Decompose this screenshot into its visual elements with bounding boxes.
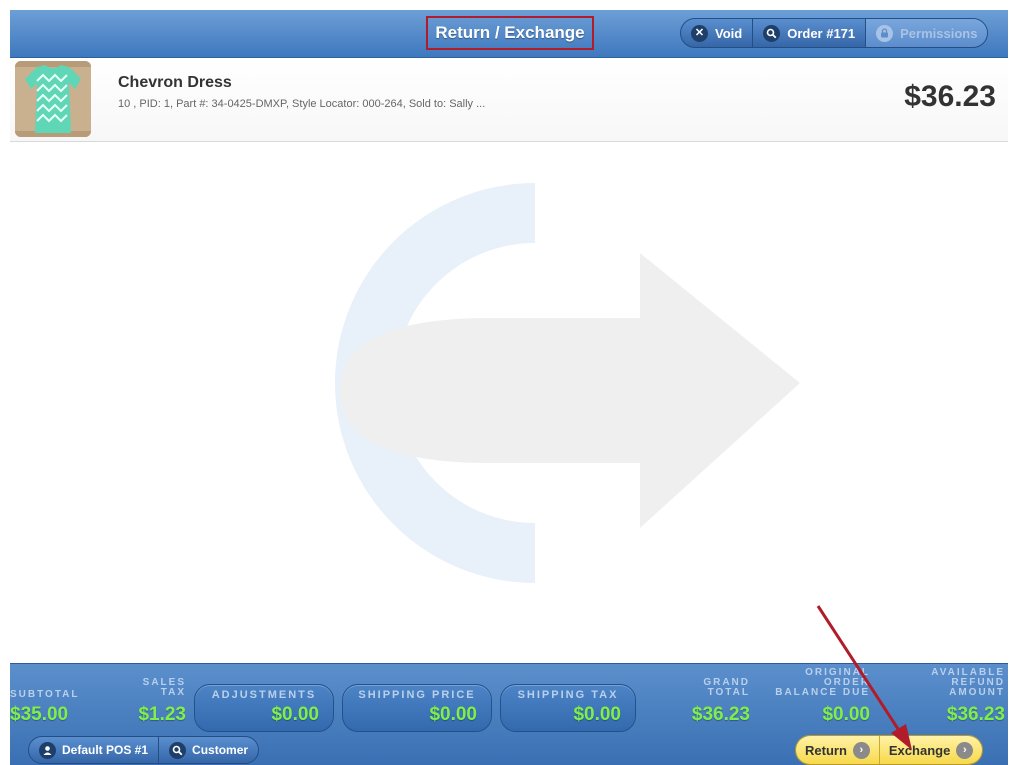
void-button[interactable]: ✕ Void xyxy=(681,19,754,47)
shipping-tax-value: $0.00 xyxy=(573,704,621,725)
pos-label: Default POS #1 xyxy=(62,743,149,757)
close-circle-icon: ✕ xyxy=(691,24,708,42)
permissions-button[interactable]: Permissions xyxy=(866,19,988,47)
sales-tax-value: $1.23 xyxy=(138,704,186,725)
header-button-group: ✕ Void Order #171 Permissions xyxy=(680,18,989,48)
pos-button[interactable]: Default POS #1 xyxy=(29,737,160,763)
item-description: 10 , PID: 1, Part #: 34-0425-DMXP, Style… xyxy=(118,98,486,110)
return-exchange-screen: Return / Exchange ✕ Void Order #171 Perm… xyxy=(0,0,1010,765)
page-title: Return / Exchange xyxy=(426,16,594,50)
exchange-label: Exchange xyxy=(888,742,951,758)
available-refund-amount-value: $36.23 xyxy=(946,704,1005,725)
void-label: Void xyxy=(715,25,743,41)
exchange-button[interactable]: Exchange › xyxy=(879,736,983,764)
header: Return / Exchange ✕ Void Order #171 Perm… xyxy=(10,0,1008,58)
subtotal: SUBTOTAL $35.00 xyxy=(10,689,80,726)
permissions-label: Permissions xyxy=(900,25,978,41)
sales-tax: SALES TAX $1.23 xyxy=(120,678,186,726)
search-icon xyxy=(169,741,187,759)
available-refund-amount: AVAILABLE REFUND AMOUNT $36.23 xyxy=(905,668,1005,726)
totals-footer: SUBTOTAL $35.00 SALES TAX $1.23 ADJUSTME… xyxy=(10,663,1008,765)
customer-label: Customer xyxy=(192,743,249,757)
header-bar: Return / Exchange ✕ Void Order #171 Perm… xyxy=(10,10,1008,58)
shipping-price-value: $0.00 xyxy=(429,704,477,725)
original-order-balance-due-value: $0.00 xyxy=(822,704,870,725)
line-item-row[interactable]: Chevron Dress 10 , PID: 1, Part #: 34-04… xyxy=(10,58,1008,142)
adjustments-field[interactable]: ADJUSTMENTS $0.00 xyxy=(194,684,334,732)
pos-customer-group: Default POS #1 Customer xyxy=(28,736,260,764)
product-thumbnail xyxy=(15,61,91,137)
chevron-right-circle-icon: › xyxy=(852,741,870,759)
order-button[interactable]: Order #171 xyxy=(753,19,867,47)
lock-icon xyxy=(876,24,894,42)
item-price: $36.23 xyxy=(904,80,996,113)
return-exchange-actions: Return › Exchange › xyxy=(795,735,984,765)
customer-button[interactable]: Customer xyxy=(159,737,258,763)
watermark-logo xyxy=(10,143,1008,663)
return-button[interactable]: Return › xyxy=(796,736,880,764)
adjustments-value: $0.00 xyxy=(271,704,319,725)
user-icon xyxy=(39,741,56,759)
order-label: Order #171 xyxy=(787,25,856,41)
shipping-price-field[interactable]: SHIPPING PRICE $0.00 xyxy=(342,684,492,732)
shipping-tax-field[interactable]: SHIPPING TAX $0.00 xyxy=(500,684,636,732)
search-icon xyxy=(763,24,781,42)
original-order-balance-due: ORIGINAL ORDER BALANCE DUE $0.00 xyxy=(770,668,870,726)
return-label: Return xyxy=(805,742,847,758)
item-name: Chevron Dress xyxy=(118,74,232,91)
grand-total-value: $36.23 xyxy=(691,704,750,725)
chevron-right-circle-icon: › xyxy=(956,741,974,759)
grand-total: GRAND TOTAL $36.23 xyxy=(666,678,750,726)
subtotal-value: $35.00 xyxy=(10,704,69,725)
